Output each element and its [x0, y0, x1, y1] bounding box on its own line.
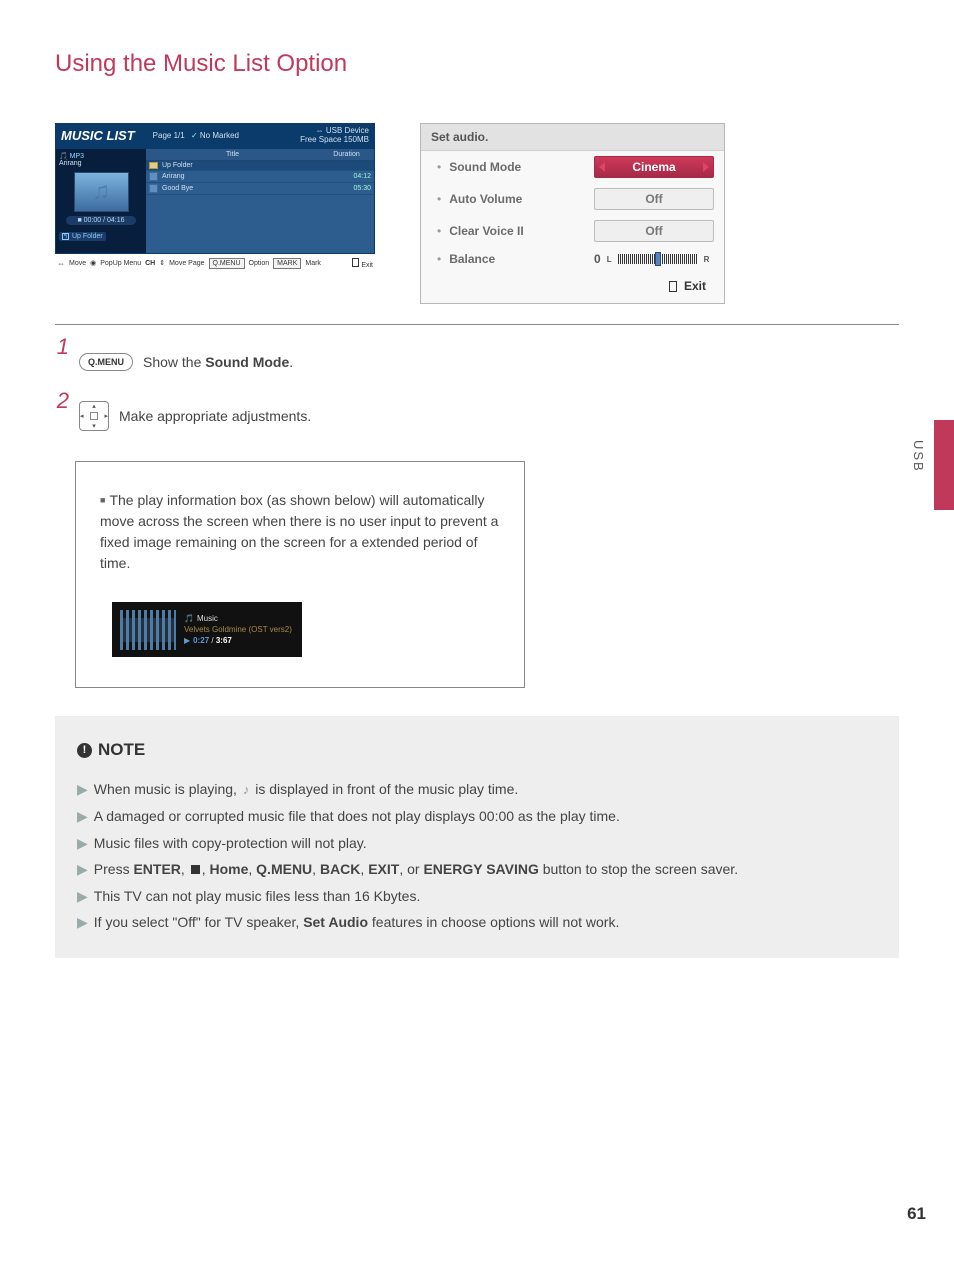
- note-box: ! NOTE ▶When music is playing, ♪ is disp…: [55, 716, 899, 958]
- step-number-1: 1: [55, 334, 69, 360]
- side-tab: [934, 420, 954, 510]
- auto-volume-label: Auto Volume: [449, 192, 594, 206]
- free-space-label: Free Space 150MB: [300, 135, 369, 144]
- col-title: Title: [146, 149, 319, 160]
- music-note-icon: 🎵: [184, 614, 194, 623]
- clear-voice-value[interactable]: Off: [594, 220, 714, 242]
- up-arrow-icon: ↰: [62, 233, 69, 240]
- step-2-text: Make appropriate adjustments.: [119, 408, 311, 424]
- left-arrow-icon: [599, 162, 605, 172]
- visualizer-icon: [120, 610, 176, 650]
- exit-label[interactable]: Exit: [684, 279, 706, 293]
- mark-key: MARK: [273, 258, 301, 269]
- enter-icon: ◉: [90, 259, 96, 267]
- track-name: Velvets Goldmine (OST vers2): [184, 624, 292, 635]
- list-item[interactable]: Good Bye 05:30: [146, 183, 374, 195]
- music-list-footer: ⇔ Move ◉ PopUp Menu CH ⇕ Move Page Q.MEN…: [55, 254, 375, 269]
- play-time-indicator: ■ 00:00 / 04:16: [66, 216, 136, 225]
- music-list-title: MUSIC LIST: [61, 128, 135, 143]
- stop-icon: [191, 865, 200, 874]
- music-list-marked: ✓ No Marked: [189, 131, 239, 140]
- play-info-box: 🎵Music Velvets Goldmine (OST vers2) ▶0:2…: [112, 602, 302, 657]
- set-audio-panel: Set audio. • Sound Mode Cinema • Auto Vo…: [420, 123, 725, 304]
- album-name: Arirang: [59, 160, 143, 167]
- usb-device-label: ⇔ USB Device: [316, 126, 369, 135]
- balance-label: Balance: [449, 252, 594, 266]
- up-folder-button[interactable]: ↰ Up Folder: [59, 232, 106, 241]
- music-list-page-info: Page 1/1: [153, 131, 185, 140]
- info-icon: !: [77, 743, 92, 758]
- page-number: 61: [907, 1204, 926, 1224]
- auto-volume-value[interactable]: Off: [594, 188, 714, 210]
- clear-voice-label: Clear Voice II: [449, 224, 594, 238]
- mp3-folder-label: 🎵 MP3: [59, 152, 143, 160]
- step-1-text: Show the Sound Mode.: [143, 354, 293, 370]
- music-list-screenshot: MUSIC LIST Page 1/1 ✓ No Marked ⇔ USB De…: [55, 123, 375, 304]
- qmenu-key-oval: Q.MENU: [79, 353, 133, 371]
- info-box: ■The play information box (as shown belo…: [75, 461, 525, 688]
- side-tab-label: USB: [911, 440, 926, 473]
- dpad-icon: ▴▾◂▸: [79, 401, 109, 431]
- page-updown-icon: ⇕: [159, 259, 165, 267]
- exit-icon: [352, 258, 359, 267]
- balance-value[interactable]: 0 L R: [594, 252, 714, 266]
- qmenu-key: Q.MENU: [209, 258, 245, 269]
- sound-mode-value[interactable]: Cinema: [594, 156, 714, 178]
- exit-icon: [669, 281, 677, 292]
- music-note-icon: ♪: [243, 782, 250, 797]
- move-icon: ⇔: [57, 259, 65, 268]
- set-audio-title: Set audio.: [421, 124, 724, 151]
- step-number-2: 2: [55, 388, 69, 414]
- track-icon: [149, 184, 158, 193]
- col-duration: Duration: [319, 149, 374, 160]
- list-item[interactable]: Arirang 04:12: [146, 171, 374, 183]
- track-icon: [149, 172, 158, 181]
- balance-slider[interactable]: [618, 254, 698, 264]
- right-arrow-icon: [703, 162, 709, 172]
- album-art-icon: ♫: [74, 172, 129, 212]
- list-item[interactable]: Up Folder: [146, 161, 374, 171]
- note-title: NOTE: [98, 734, 145, 766]
- play-icon: ▶: [184, 636, 190, 645]
- sound-mode-label: Sound Mode: [449, 160, 594, 174]
- section-title: Using the Music List Option: [55, 50, 899, 78]
- folder-icon: [149, 162, 158, 169]
